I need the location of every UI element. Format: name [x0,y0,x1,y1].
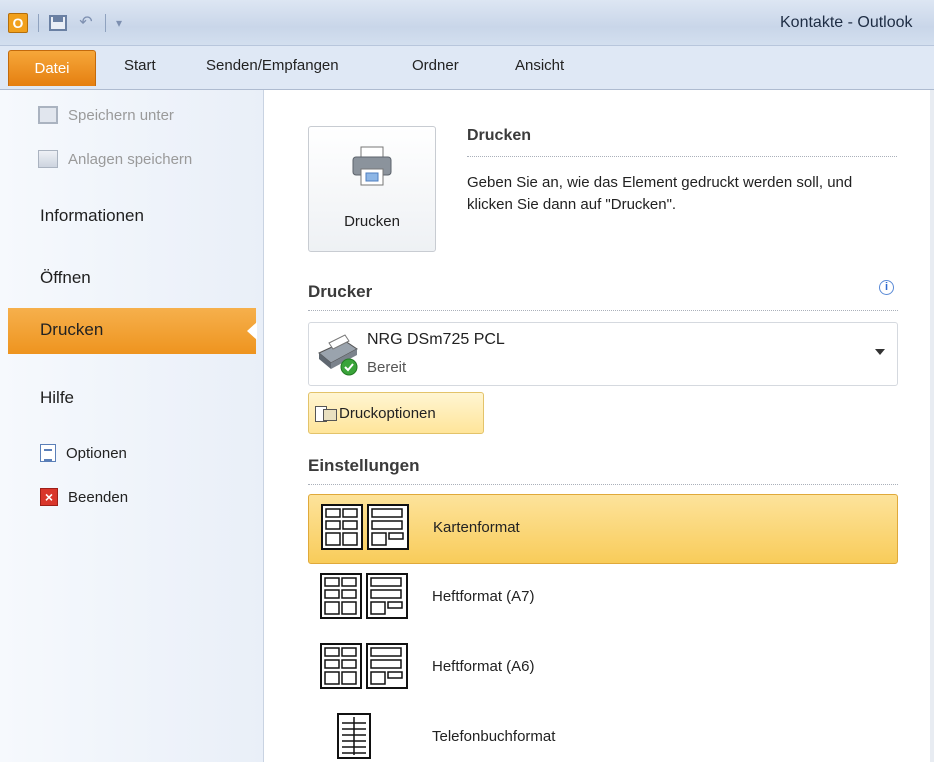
divider [467,156,897,157]
info-icon[interactable]: i [879,280,894,295]
format-item-heftformat-a7[interactable]: Heftformat (A7) [308,564,898,634]
booklet-a7-icon [320,573,408,619]
format-item-kartenformat[interactable]: Kartenformat [308,494,898,564]
tab-senden-empfangen[interactable]: Senden/Empfangen [206,57,339,74]
printer-section-heading: Drucker [308,282,373,301]
title-bar: O ↶ ▾ Kontakte - Outlook [0,0,934,46]
nav-exit[interactable]: × Beenden [40,488,128,506]
ribbon-tabs: Datei Start Senden/Empfangen Ordner Ansi… [0,46,934,90]
print-description: Geben Sie an, wie das Element gedruckt w… [467,174,853,213]
print-options-label: Druckoptionen [339,404,436,422]
quick-access-toolbar: O ↶ ▾ [8,13,122,33]
separator [105,14,106,32]
printer-name: NRG DSm725 PCL [367,331,505,348]
printer-dropdown[interactable]: NRG DSm725 PCL Bereit [308,322,898,386]
print-options-icon [315,404,337,422]
nav-options-label: Optionen [66,444,127,462]
print-heading: Drucken [467,127,532,144]
separator [38,14,39,32]
print-button[interactable]: Drucken [308,126,436,252]
save-as-icon [38,106,58,124]
nav-save-attachments-label: Anlagen speichern [68,150,193,168]
printer-device-icon [318,334,358,376]
scrollbar[interactable] [930,90,934,762]
tab-start[interactable]: Start [124,57,156,74]
tab-datei[interactable]: Datei [8,50,96,86]
nav-drucken-label: Drucken [40,320,104,339]
nav-drucken[interactable]: Drucken [8,308,257,354]
printer-status: Bereit [367,359,407,376]
tab-ordner[interactable]: Ordner [412,57,459,74]
nav-exit-label: Beenden [68,488,129,506]
card-format-icon [321,504,409,550]
format-item-heftformat-a6[interactable]: Heftformat (A6) [308,634,898,704]
divider [308,484,898,485]
phonebook-format-icon [337,713,371,759]
format-label: Heftformat (A6) [432,658,535,675]
format-item-telefonbuchformat[interactable]: Telefonbuchformat [308,704,898,762]
nav-options[interactable]: Optionen [40,444,127,462]
format-label: Telefonbuchformat [432,728,556,745]
nav-informationen[interactable]: Informationen [40,206,144,226]
nav-save-attachments[interactable]: Anlagen speichern [38,150,192,168]
chevron-down-icon [875,349,885,355]
format-label: Heftformat (A7) [432,588,535,605]
nav-oeffnen[interactable]: Öffnen [40,268,91,288]
options-icon [40,444,56,462]
nav-save-as-label: Speichern unter [68,106,174,124]
print-options-button[interactable]: Druckoptionen [308,392,484,434]
settings-section-heading: Einstellungen [308,456,420,475]
nav-hilfe[interactable]: Hilfe [40,388,74,408]
window-title: Kontakte - Outlook [780,14,913,31]
booklet-a6-icon [320,643,408,689]
print-pane: Drucken Drucken Geben Sie an, wie das El… [264,90,934,762]
save-icon[interactable] [49,15,67,31]
attachment-icon [38,150,58,168]
undo-icon[interactable]: ↶ [77,15,95,31]
printer-icon [352,146,392,186]
customize-toolbar-icon[interactable]: ▾ [116,16,122,30]
exit-icon: × [40,488,58,506]
tab-ansicht[interactable]: Ansicht [515,57,564,74]
outlook-logo-icon[interactable]: O [8,13,28,33]
backstage-nav: Speichern unter Anlagen speichern Inform… [0,90,264,762]
format-label: Kartenformat [433,519,520,536]
divider [308,310,898,311]
print-button-label: Drucken [344,213,400,230]
nav-save-as[interactable]: Speichern unter [38,106,174,124]
